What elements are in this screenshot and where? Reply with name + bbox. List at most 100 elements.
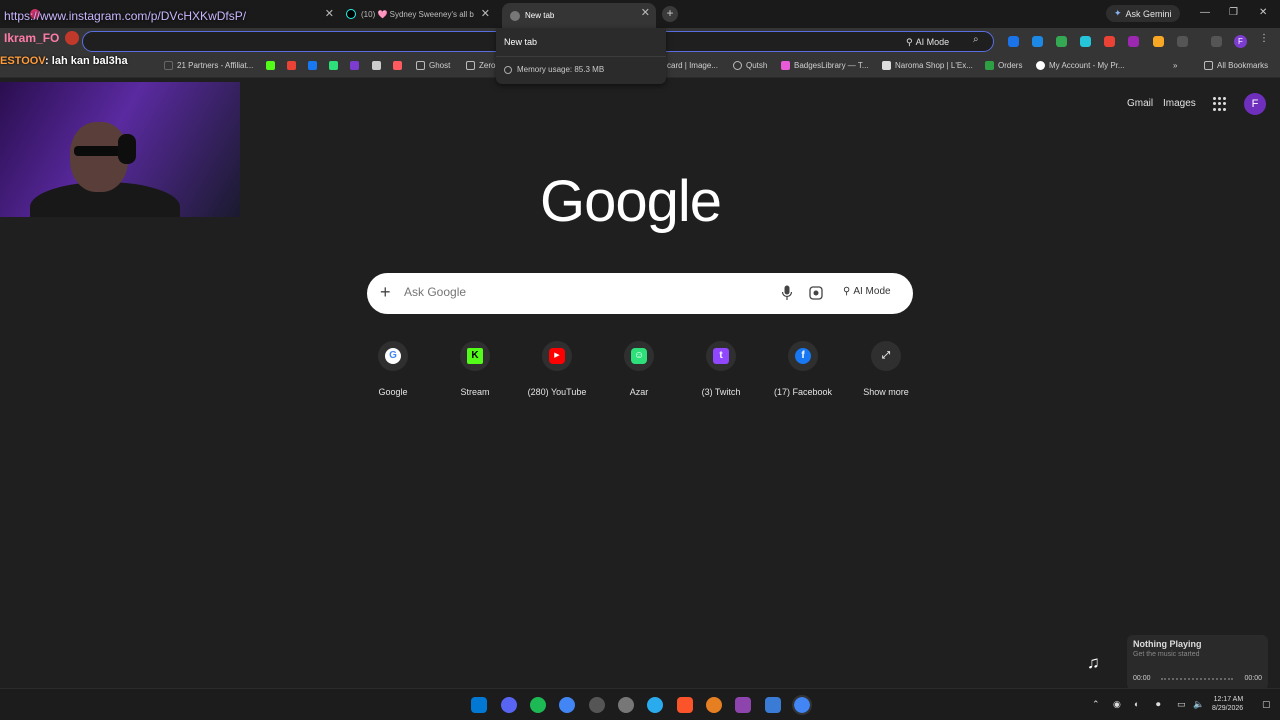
bookmark-folder[interactable]: Ghost	[416, 61, 450, 70]
discord-tray-icon[interactable]: ◉	[1113, 699, 1121, 710]
app-icon[interactable]	[765, 697, 781, 713]
bookmark-item[interactable]: Qutsh	[733, 61, 767, 70]
extension-icon[interactable]	[1008, 36, 1019, 47]
bookmark-item[interactable]: Orders	[985, 61, 1022, 70]
profile-button[interactable]: F	[1234, 35, 1247, 48]
spotify-icon[interactable]	[530, 697, 546, 713]
all-bookmarks-button[interactable]: All Bookmarks	[1204, 61, 1268, 70]
search-box[interactable]: + ⚲ AI Mode	[367, 273, 913, 314]
clock[interactable]: 12:17 AM 8/29/2026	[1212, 695, 1243, 713]
microphone-icon[interactable]	[781, 285, 793, 301]
bookmark-icon[interactable]	[393, 61, 402, 70]
shortcut-twitch[interactable]: t (3) Twitch	[681, 341, 761, 397]
expand-icon: ⤢	[882, 350, 890, 361]
bookmark-item[interactable]: 21 Partners - Affiliat...	[164, 61, 253, 70]
shortcut-show-more[interactable]: ⤢ Show more	[846, 341, 926, 397]
restore-icon[interactable]: ❐	[1229, 7, 1238, 18]
facebook-bookmark-icon[interactable]	[308, 61, 317, 70]
bookmark-item[interactable]: card | Image...	[667, 61, 718, 70]
media-subtitle: Get the music started	[1133, 651, 1200, 658]
bookmark-icon[interactable]	[350, 61, 359, 70]
shortcut-facebook[interactable]: f (17) Facebook	[763, 341, 843, 397]
shortcut-azar[interactable]: ☺ Azar	[599, 341, 679, 397]
windows-start-icon[interactable]	[471, 697, 487, 713]
ai-mode-button[interactable]: ⚲ AI Mode	[843, 286, 891, 297]
close-tab-icon[interactable]: ✕	[481, 7, 490, 20]
google-lens-icon[interactable]	[809, 286, 823, 300]
add-attachment-icon[interactable]: +	[380, 282, 391, 303]
chat-author: ESTOOV	[0, 55, 46, 67]
stream-overlay-user: Ikram_FO	[4, 31, 80, 45]
chevron-right-icon[interactable]: »	[1173, 61, 1177, 70]
media-time-elapsed: 00:00	[1133, 675, 1151, 682]
notification-icon[interactable]: ▢	[1262, 699, 1271, 710]
extension-icon[interactable]	[1153, 36, 1164, 47]
bookmark-item[interactable]: BadgesLibrary — T...	[781, 61, 869, 70]
discord-icon[interactable]	[501, 697, 517, 713]
shortcut-label: (280) YouTube	[527, 387, 587, 397]
zoom-icon[interactable]: ⌕	[973, 34, 979, 45]
extension-icon[interactable]	[1056, 36, 1067, 47]
bookmark-label: Zero	[479, 61, 496, 70]
app-icon[interactable]	[706, 697, 722, 713]
extension-icon[interactable]	[1104, 36, 1115, 47]
extension-icon[interactable]	[1032, 36, 1043, 47]
extension-icon[interactable]	[1080, 36, 1091, 47]
extensions-puzzle-icon[interactable]	[1177, 36, 1188, 47]
ask-gemini-button[interactable]: ✦ Ask Gemini	[1106, 5, 1180, 22]
microphone-tray-icon[interactable]: ⏺	[1156, 699, 1161, 710]
new-tab-button[interactable]: +	[662, 6, 678, 22]
omnibox-ai-mode-button[interactable]: ⚲ AI Mode	[906, 34, 949, 50]
tab-tiktok[interactable]: (10) 🩷 Sydney Sweeney's all b ✕	[346, 4, 496, 24]
search-sparkle-icon: ⚲	[906, 36, 913, 47]
bookmark-icon[interactable]	[329, 61, 338, 70]
volume-icon[interactable]: 🔈	[1193, 699, 1204, 710]
hover-card-title: New tab	[504, 37, 538, 47]
shortcut-google[interactable]: G Google	[353, 341, 433, 397]
bookmark-item[interactable]: Naroma Shop | L'Ex...	[882, 61, 973, 70]
gmail-bookmark-icon[interactable]	[287, 61, 296, 70]
menu-icon[interactable]: ⋮	[1259, 33, 1270, 44]
bookmark-icon[interactable]	[372, 61, 381, 70]
tab-hover-card: New tab Memory usage: 85.3 MB	[496, 28, 666, 84]
tab-new-tab[interactable]: New tab ✕	[502, 3, 656, 28]
chevron-up-icon[interactable]: ⌃	[1092, 699, 1100, 710]
bookmark-folder[interactable]: Zero	[466, 61, 495, 70]
memory-usage-label: Memory usage: 85.3 MB	[517, 65, 605, 74]
minimize-icon[interactable]: —	[1200, 7, 1210, 18]
obs-icon[interactable]	[589, 697, 605, 713]
bookmark-item[interactable]: My Account - My Pr...	[1036, 61, 1125, 70]
kick-bookmark-icon[interactable]	[266, 61, 275, 70]
close-tab-icon[interactable]: ✕	[641, 6, 650, 19]
media-progress-bar[interactable]	[1161, 678, 1233, 680]
tab-search-icon[interactable]	[1211, 36, 1222, 47]
shortcut-youtube[interactable]: ▶ (280) YouTube	[517, 341, 597, 397]
account-avatar[interactable]: F	[1244, 93, 1266, 115]
app-icon[interactable]	[735, 697, 751, 713]
media-title: Nothing Playing	[1133, 639, 1202, 649]
bookmark-label: Ghost	[429, 61, 451, 70]
brave-icon[interactable]	[677, 697, 693, 713]
network-icon[interactable]: ▭	[1177, 699, 1186, 710]
google-apps-icon[interactable]	[1213, 97, 1227, 111]
facebook-icon: f	[795, 348, 811, 364]
tiktok-icon	[346, 9, 356, 19]
close-tab-icon[interactable]: ✕	[325, 7, 334, 20]
shortcut-stream[interactable]: K Stream	[435, 341, 515, 397]
chrome-active-icon[interactable]	[792, 695, 812, 715]
extension-icon[interactable]	[1128, 36, 1139, 47]
shortcut-label: Show more	[863, 387, 909, 397]
bookmark-label: My Account - My Pr...	[1049, 61, 1125, 70]
divider	[496, 56, 666, 57]
telegram-icon[interactable]	[647, 697, 663, 713]
gmail-link[interactable]: Gmail	[1127, 98, 1153, 109]
bookmark-label: card | Image...	[667, 61, 718, 70]
search-input[interactable]	[404, 285, 764, 299]
chrome-icon[interactable]	[559, 697, 575, 713]
window-close-icon[interactable]: ✕	[1259, 7, 1267, 18]
google-icon: G	[385, 348, 401, 364]
music-note-icon[interactable]: ♫	[1087, 653, 1100, 673]
tray-icon[interactable]: ◐	[1134, 699, 1139, 709]
images-link[interactable]: Images	[1163, 98, 1196, 109]
app-icon[interactable]	[618, 697, 634, 713]
